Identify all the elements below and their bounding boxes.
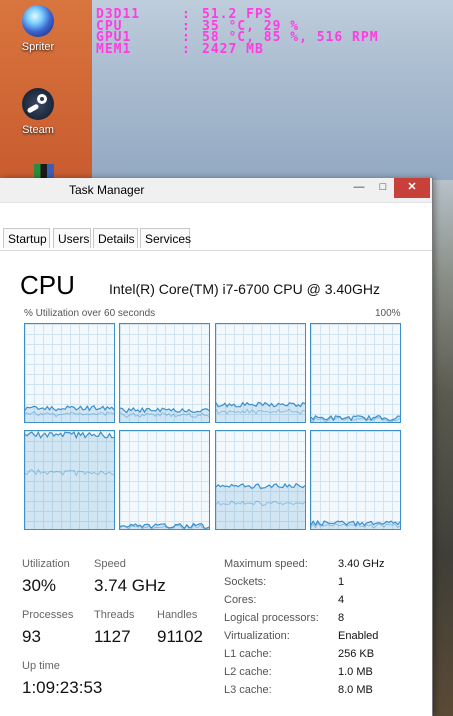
steam-icon — [22, 88, 54, 120]
detail-value: 8.0 MB — [338, 684, 373, 696]
close-button[interactable]: ✕ — [394, 178, 430, 198]
detail-key: Virtualization: — [224, 630, 290, 642]
core-usage-area — [216, 483, 305, 529]
tab-users[interactable]: Users — [53, 228, 91, 248]
detail-value: 256 KB — [338, 648, 375, 660]
detail-key: L3 cache: — [224, 684, 272, 696]
desktop-wallpaper-road — [430, 180, 453, 716]
tab-strip: Startup Users Details Services — [0, 228, 432, 251]
detail-value: 3.40 GHz — [338, 558, 385, 570]
speed-label: Speed — [94, 558, 126, 570]
osd-overlay: D3D11:51.2 FPS CPU:35 °C, 29 % GPU1:58 °… — [96, 8, 379, 57]
tab-services[interactable]: Services — [140, 228, 191, 248]
partial-desktop-icon[interactable] — [34, 164, 54, 178]
uptime-label: Up time — [22, 660, 60, 672]
detail-key: L1 cache: — [224, 648, 272, 660]
threads-value: 1127 — [94, 627, 131, 646]
tab-details[interactable]: Details — [93, 228, 138, 248]
detail-key: Logical processors: — [224, 612, 319, 624]
detail-value: 8 — [338, 612, 345, 624]
core-usage-area — [120, 408, 209, 422]
threads-label: Threads — [94, 609, 135, 621]
maximize-button[interactable]: □ — [370, 178, 396, 198]
utilization-label: Utilization — [22, 558, 70, 570]
core-graph-8 — [310, 430, 401, 530]
desktop-icon-steam[interactable]: Steam — [6, 88, 70, 136]
desktop-icon-spriter[interactable]: Spriter — [6, 5, 70, 53]
detail-value: 1.0 MB — [338, 666, 373, 678]
osd-row-mem: MEM1:2427 MB — [96, 41, 264, 57]
handles-value: 91102 — [157, 627, 204, 646]
task-manager-window: Task Manager — □ ✕ Startup Users Details… — [0, 178, 433, 716]
core-graph-7 — [215, 430, 306, 530]
utilization-value: 30% — [22, 576, 57, 595]
core-graph-6 — [119, 430, 210, 530]
window-title: Task Manager — [69, 183, 145, 197]
tab-startup[interactable]: Startup — [3, 228, 50, 248]
detail-value: 4 — [338, 594, 345, 606]
processes-label: Processes — [22, 609, 74, 621]
speed-value: 3.74 GHz — [94, 576, 166, 595]
uptime-value: 1:09:23:53 — [22, 678, 103, 697]
detail-key: Cores: — [224, 594, 257, 606]
desktop-icon-label: Steam — [22, 124, 54, 136]
detail-value: Enabled — [338, 630, 379, 642]
core-graph-4 — [310, 323, 401, 423]
core-graph-5 — [24, 430, 115, 530]
cpu-model: Intel(R) Core(TM) i7-6700 CPU @ 3.40GHz — [109, 281, 380, 297]
spriter-icon — [22, 5, 54, 37]
detail-key: Sockets: — [224, 576, 267, 588]
core-graph-3 — [215, 323, 306, 423]
processes-value: 93 — [22, 627, 41, 646]
core-usage-line — [216, 482, 305, 489]
detail-key: L2 cache: — [224, 666, 272, 678]
handles-label: Handles — [157, 609, 198, 621]
utilization-graph-max: 100% — [375, 308, 401, 319]
desktop-icon-label: Spriter — [21, 41, 55, 53]
minimize-button[interactable]: — — [346, 178, 372, 198]
title-bar[interactable]: Task Manager — □ ✕ — [0, 178, 432, 203]
core-graph-2 — [119, 323, 210, 423]
cpu-core-graphs — [24, 323, 404, 530]
detail-key: Maximum speed: — [224, 558, 308, 570]
core-usage-area — [25, 432, 114, 529]
cpu-heading: CPU — [20, 270, 75, 300]
detail-value: 1 — [338, 576, 345, 588]
utilization-graph-label: % Utilization over 60 seconds — [24, 308, 156, 319]
core-graph-1 — [24, 323, 115, 423]
